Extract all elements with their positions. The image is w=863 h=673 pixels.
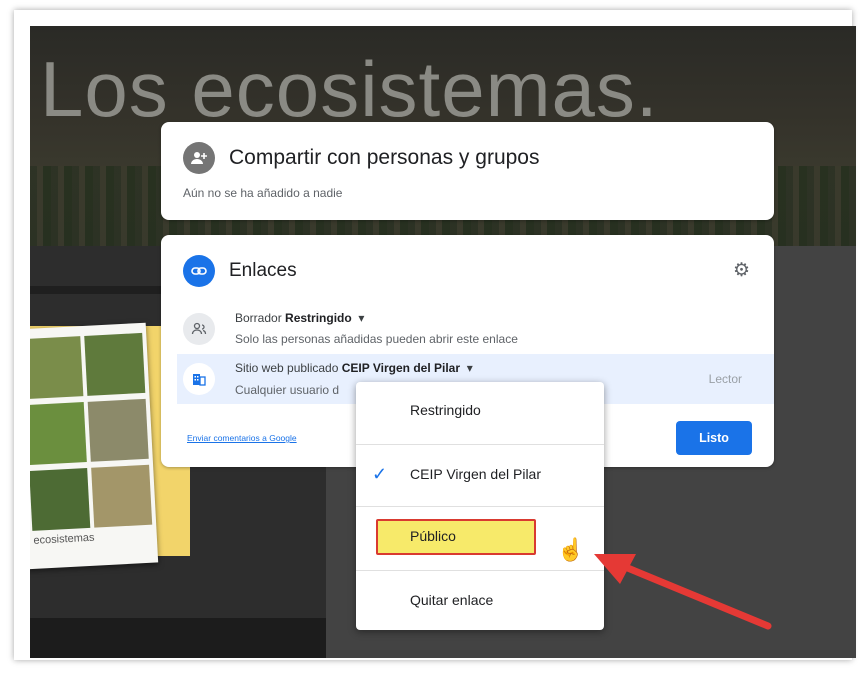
links-title: Enlaces — [229, 260, 297, 281]
link-icon — [183, 255, 215, 287]
share-panel: Compartir con personas y grupos Aún no s… — [161, 122, 774, 220]
done-button[interactable]: Listo — [676, 421, 752, 455]
red-arrow-icon — [594, 554, 772, 630]
settings-gear-icon[interactable]: ⚙ — [733, 259, 750, 282]
domain-building-icon — [183, 363, 215, 395]
preview-toolbar — [30, 618, 326, 658]
published-prefix: Sitio web publicado — [235, 361, 339, 375]
checkmark-icon: ✓ — [372, 464, 388, 484]
menu-divider — [356, 570, 604, 571]
photo-thumb — [84, 332, 146, 396]
chevron-down-icon[interactable]: ▾ — [355, 311, 364, 325]
menu-item-label: Restringido — [410, 402, 481, 418]
menu-item-ceip[interactable]: ✓ CEIP Virgen del Pilar — [356, 464, 604, 490]
published-access-value[interactable]: CEIP Virgen del Pilar — [342, 361, 460, 375]
add-person-icon — [183, 142, 215, 174]
feedback-link[interactable]: Enviar comentarios a Google — [187, 433, 297, 443]
draft-description: Solo las personas añadidas pueden abrir … — [235, 332, 518, 346]
photo-thumb — [91, 464, 153, 528]
people-icon — [183, 313, 215, 345]
chevron-down-icon[interactable]: ▾ — [463, 361, 473, 375]
menu-divider — [356, 506, 604, 507]
share-title: Compartir con personas y grupos — [229, 146, 540, 169]
share-subtitle: Aún no se ha añadido a nadie — [183, 186, 343, 200]
draft-prefix: Borrador — [235, 311, 282, 325]
menu-item-label: CEIP Virgen del Pilar — [410, 466, 541, 482]
photo-caption: s ecosistemas — [30, 531, 95, 548]
menu-item-restringido[interactable]: Restringido — [356, 402, 604, 426]
published-description: Cualquier usuario d — [235, 383, 340, 397]
access-dropdown-menu: Restringido ✓ CEIP Virgen del Pilar Públ… — [356, 382, 604, 630]
photo-thumb — [30, 467, 91, 531]
published-access-row[interactable]: Sitio web publicado CEIP Virgen del Pila… — [235, 361, 473, 375]
photo-thumb — [30, 336, 84, 400]
draft-access-row[interactable]: Borrador Restringido ▾ — [235, 311, 364, 325]
menu-item-label: Público — [410, 528, 456, 544]
menu-item-quitar-enlace[interactable]: Quitar enlace — [356, 592, 604, 616]
draft-access-value[interactable]: Restringido — [285, 311, 352, 325]
hand-cursor-icon: ☝ — [557, 537, 585, 562]
photo-thumb — [87, 398, 149, 462]
role-selector[interactable]: Lector — [709, 372, 742, 386]
menu-divider — [356, 444, 604, 445]
photo-thumb — [30, 402, 87, 466]
photo-card: s ecosistemas — [30, 322, 159, 570]
menu-item-label: Quitar enlace — [410, 592, 494, 608]
